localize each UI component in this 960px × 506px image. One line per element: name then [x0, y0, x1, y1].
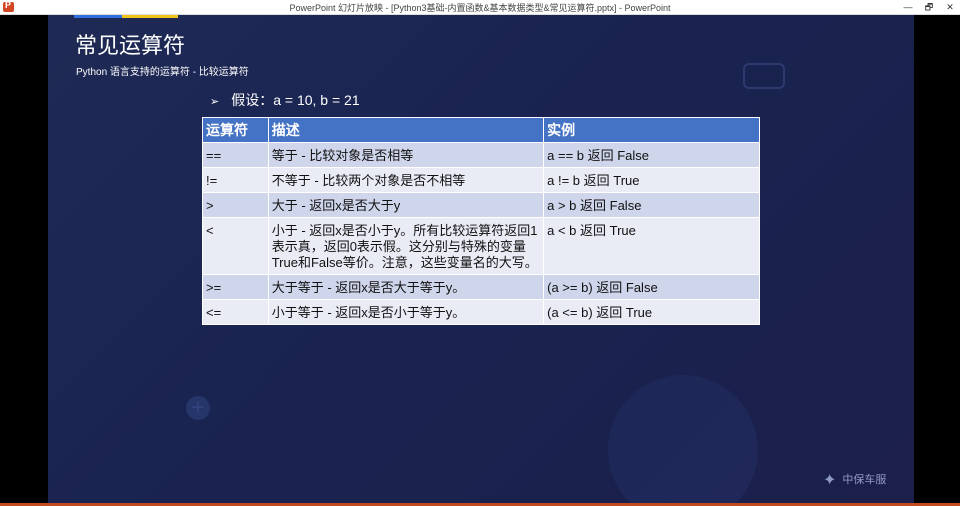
window-title: PowerPoint 幻灯片放映 - [Python3基础-内置函数&基本数据类…: [289, 3, 671, 13]
cell-example: a != b 返回 True: [543, 167, 760, 193]
accent-bar-blue: [74, 15, 122, 18]
restore-icon[interactable]: 🗗: [920, 0, 938, 14]
cell-description: 等于 - 比较对象是否相等: [267, 142, 545, 168]
minimize-icon[interactable]: —: [899, 0, 917, 14]
window-titlebar: PowerPoint 幻灯片放映 - [Python3基础-内置函数&基本数据类…: [0, 0, 960, 15]
slide-title: 常见运算符: [75, 33, 186, 58]
header-description: 描述: [267, 117, 545, 143]
table-row: > 大于 - 返回x是否大于y a > b 返回 False: [202, 192, 760, 218]
cell-operator: !=: [202, 167, 269, 193]
table-row: == 等于 - 比较对象是否相等 a == b 返回 False: [202, 142, 760, 168]
cell-description: 大于 - 返回x是否大于y: [267, 192, 545, 218]
accent-bar-yellow: [122, 15, 178, 18]
background-circle-decoration: [608, 375, 758, 503]
operators-table: 运算符 描述 实例 == 等于 - 比较对象是否相等 a == b 返回 Fal…: [202, 117, 760, 325]
cell-description: 小于等于 - 返回x是否小于等于y。: [267, 299, 545, 325]
cell-operator: >: [202, 192, 269, 218]
cell-operator: <: [202, 217, 269, 275]
slide[interactable]: + 常见运算符 Python 语言支持的运算符 - 比较运算符 ➢ 假设：a = …: [48, 15, 914, 503]
cell-example: a > b 返回 False: [543, 192, 760, 218]
slide-subtitle: Python 语言支持的运算符 - 比较运算符: [76, 67, 249, 78]
plus-decoration-icon: +: [186, 396, 210, 420]
cell-example: (a >= b) 返回 False: [543, 274, 760, 300]
assumption-text: 假设：a = 10, b = 21: [231, 92, 360, 108]
header-example: 实例: [543, 117, 760, 143]
logo-text: 中保车服: [842, 474, 887, 486]
assumption-bullet: ➢ 假设：a = 10, b = 21: [210, 90, 360, 110]
table-header-row: 运算符 描述 实例: [202, 117, 760, 143]
table-row: < 小于 - 返回x是否小于y。所有比较运算符返回1表示真，返回0表示假。这分别…: [202, 217, 760, 275]
cell-operator: ==: [202, 142, 269, 168]
logo-icon: ✦: [823, 472, 837, 489]
cell-operator: <=: [202, 299, 269, 325]
cell-example: a == b 返回 False: [543, 142, 760, 168]
company-logo: ✦ 中保车服: [823, 470, 886, 490]
table-row: != 不等于 - 比较两个对象是否不相等 a != b 返回 True: [202, 167, 760, 193]
close-icon[interactable]: ✕: [941, 0, 959, 14]
table-row: >= 大于等于 - 返回x是否大于等于y。 (a >= b) 返回 False: [202, 274, 760, 300]
cell-description: 不等于 - 比较两个对象是否不相等: [267, 167, 545, 193]
cell-description: 小于 - 返回x是否小于y。所有比较运算符返回1表示真，返回0表示假。这分别与特…: [267, 217, 545, 275]
header-operator: 运算符: [202, 117, 269, 143]
cell-example: (a <= b) 返回 True: [543, 299, 760, 325]
cell-operator: >=: [202, 274, 269, 300]
table-row: <= 小于等于 - 返回x是否小于等于y。 (a <= b) 返回 True: [202, 299, 760, 325]
car-decoration-icon: [743, 63, 785, 89]
cell-example: a < b 返回 True: [543, 217, 760, 275]
cell-description: 大于等于 - 返回x是否大于等于y。: [267, 274, 545, 300]
arrow-bullet-icon: ➢: [210, 96, 220, 108]
